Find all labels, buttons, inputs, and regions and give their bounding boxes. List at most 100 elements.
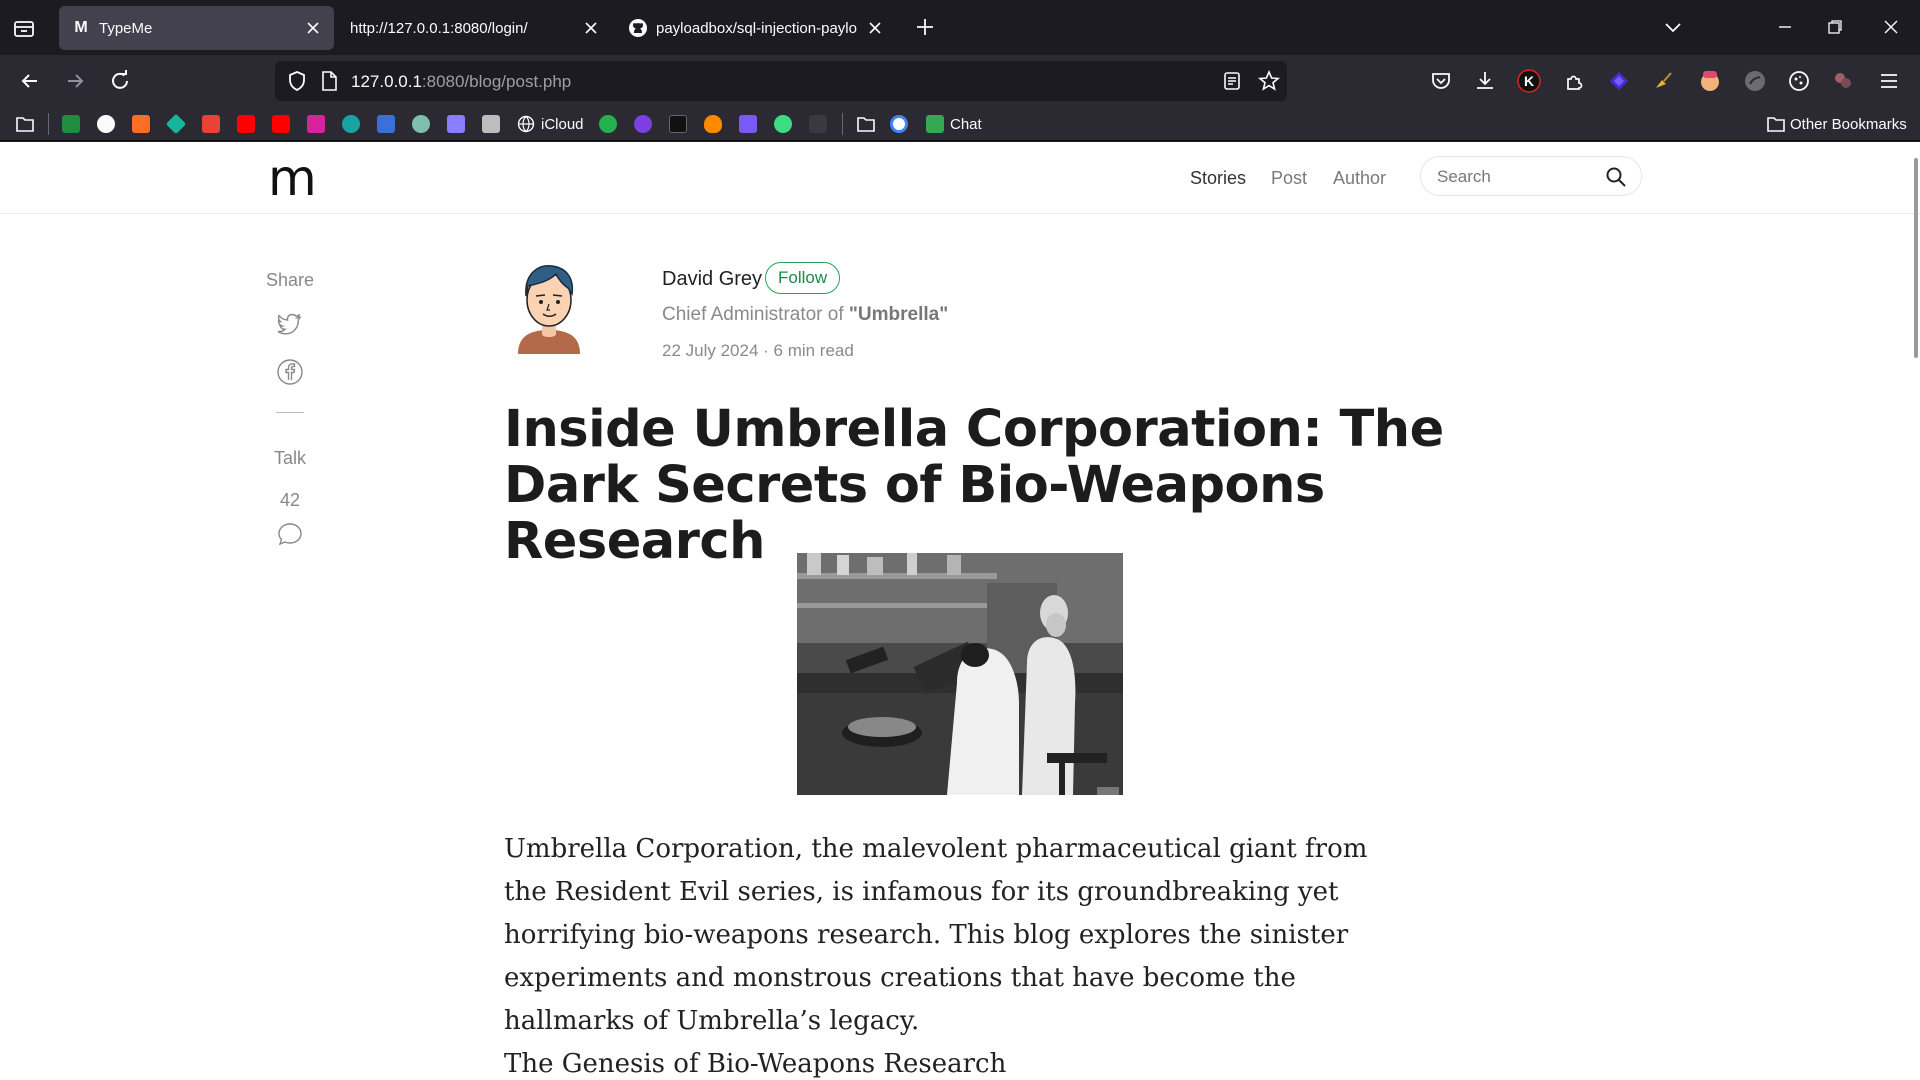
web-page: m Stories Post Author Search Share Talk … <box>0 142 1920 1080</box>
sparkle-icon <box>447 115 465 133</box>
nav-stories[interactable]: Stories <box>1190 168 1246 189</box>
bookmark-item[interactable] <box>890 114 908 134</box>
author-name[interactable]: David Grey <box>662 268 762 291</box>
bookmark-item[interactable] <box>447 114 465 134</box>
browser-window: M TypeMe http://127.0.0.1:8080/login/ pa… <box>0 0 1920 1080</box>
bookmark-folder[interactable] <box>15 114 35 134</box>
bookmark-item[interactable] <box>599 114 617 134</box>
shield-icon[interactable] <box>285 69 309 93</box>
globe-icon <box>517 115 535 133</box>
chatgpt-icon <box>412 115 430 133</box>
grey-extension-icon[interactable] <box>1742 68 1768 94</box>
avatar-extension-icon[interactable] <box>1697 68 1723 94</box>
google-icon <box>890 115 908 133</box>
bookmark-item[interactable] <box>377 114 395 134</box>
medium-favicon-icon: M <box>74 19 88 36</box>
bookmark-other[interactable]: Other Bookmarks <box>1766 114 1907 134</box>
back-arrow-icon[interactable] <box>17 68 43 94</box>
post-body: Umbrella Corporation, the malevolent pha… <box>504 828 1404 1080</box>
role-prefix: Chief Administrator of <box>662 304 844 325</box>
bookmark-chat[interactable]: Chat <box>926 114 982 134</box>
download-icon[interactable] <box>1472 68 1498 94</box>
post-paragraph: Umbrella Corporation, the malevolent pha… <box>504 834 1368 1036</box>
tab-typeme[interactable]: M TypeMe <box>59 6 334 50</box>
bookmark-item[interactable] <box>412 114 430 134</box>
bookmark-item[interactable] <box>739 114 757 134</box>
bookmark-star-icon[interactable] <box>1257 69 1281 93</box>
menu-icon[interactable] <box>1876 68 1902 94</box>
twitter-icon[interactable] <box>276 310 304 338</box>
dots-extension-icon[interactable] <box>1830 68 1856 94</box>
bookmark-item[interactable] <box>132 114 150 134</box>
folder-icon <box>16 117 34 132</box>
bookmark-item[interactable] <box>237 114 255 134</box>
purple-extension-icon[interactable] <box>1606 68 1632 94</box>
new-tab-icon[interactable] <box>914 16 936 38</box>
nav-author[interactable]: Author <box>1333 168 1386 189</box>
follow-button[interactable]: Follow <box>765 262 841 294</box>
search-input[interactable]: Search <box>1420 156 1642 196</box>
facebook-icon[interactable] <box>276 358 304 386</box>
tab-login[interactable]: http://127.0.0.1:8080/login/ <box>338 6 612 50</box>
bookmark-item[interactable] <box>669 114 687 134</box>
cookie-icon[interactable] <box>1786 68 1812 94</box>
restore-icon[interactable] <box>1824 16 1846 38</box>
extensions-icon[interactable] <box>1561 68 1587 94</box>
tab-label: http://127.0.0.1:8080/login/ <box>350 19 528 37</box>
tab-github[interactable]: payloadbox/sql-injection-paylo <box>616 6 896 50</box>
bookmark-item[interactable] <box>342 114 360 134</box>
bookmark-item[interactable] <box>202 114 220 134</box>
post-subheading: The Genesis of Bio-Weapons Research <box>504 1049 1007 1079</box>
separator <box>48 113 49 135</box>
chat-icon <box>926 115 944 133</box>
tab-list-icon[interactable] <box>12 16 36 40</box>
bookmark-item[interactable] <box>272 114 290 134</box>
tab-label: TypeMe <box>99 19 153 37</box>
reader-view-icon[interactable] <box>1221 70 1243 92</box>
gitlab-icon <box>132 115 150 133</box>
close-icon[interactable] <box>582 19 600 37</box>
github-icon <box>629 19 647 37</box>
bookmark-item[interactable] <box>634 114 652 134</box>
page-icon[interactable] <box>319 70 339 92</box>
url-text[interactable]: 127.0.0.1:8080/blog/post.php <box>351 72 571 92</box>
window-close-icon[interactable] <box>1880 16 1902 38</box>
post-title: Inside Umbrella Corporation: The Dark Se… <box>504 400 1444 571</box>
divider <box>276 412 304 413</box>
scrollbar[interactable] <box>1914 158 1918 358</box>
post-meta: 22 July 2024 · 6 min read <box>662 341 854 360</box>
forward-arrow-icon[interactable] <box>62 68 88 94</box>
bookmark-item[interactable] <box>809 114 827 134</box>
site-header: m Stories Post Author Search <box>0 142 1920 214</box>
diamond-icon <box>165 113 187 135</box>
comment-icon[interactable] <box>276 520 304 548</box>
address-bar[interactable]: 127.0.0.1:8080/blog/post.php <box>275 61 1287 101</box>
hero-image <box>797 553 1123 795</box>
purple-circle-icon <box>634 115 652 133</box>
site-logo[interactable]: m <box>268 148 317 208</box>
broom-extension-icon[interactable] <box>1650 68 1676 94</box>
bookmark-item[interactable] <box>704 114 722 134</box>
k-extension-icon[interactable]: K <box>1516 68 1542 94</box>
author-role: Chief Administrator of "Umbrella" <box>662 304 948 326</box>
search-icon[interactable] <box>1605 166 1627 188</box>
folder-icon <box>857 117 875 132</box>
folder-icon <box>1767 117 1785 132</box>
bookmark-item[interactable] <box>307 114 325 134</box>
tab-strip: M TypeMe http://127.0.0.1:8080/login/ pa… <box>0 0 1920 55</box>
bookmark-item[interactable] <box>482 114 500 134</box>
bookmark-icloud[interactable]: iCloud <box>517 114 584 134</box>
bookmark-item[interactable] <box>97 114 115 134</box>
bookmark-item[interactable] <box>165 113 187 135</box>
author-avatar[interactable] <box>512 260 586 354</box>
nav-post[interactable]: Post <box>1271 168 1307 189</box>
close-icon[interactable] <box>304 19 322 37</box>
pocket-icon[interactable] <box>1428 68 1454 94</box>
reload-icon[interactable] <box>107 68 133 94</box>
bookmark-item[interactable] <box>62 114 80 134</box>
minimize-icon[interactable] <box>1774 16 1796 38</box>
close-icon[interactable] <box>866 19 884 37</box>
bookmark-item[interactable] <box>774 114 792 134</box>
chevron-down-icon[interactable] <box>1662 16 1684 38</box>
bookmark-folder[interactable] <box>856 114 876 134</box>
